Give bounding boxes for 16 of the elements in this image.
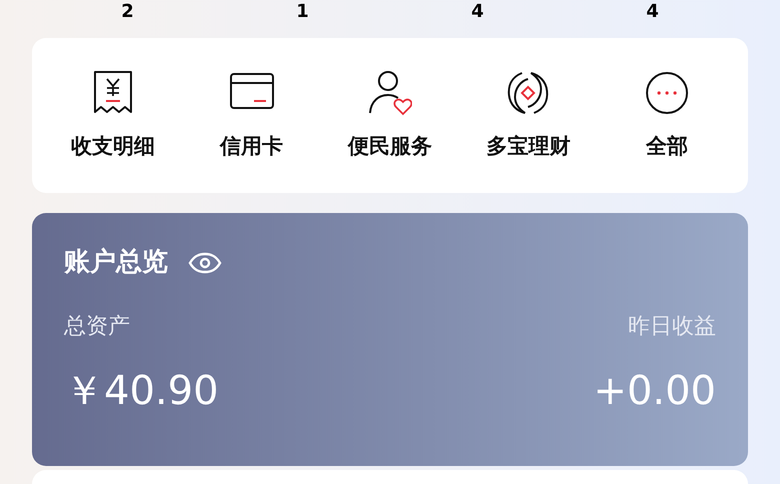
total-assets-value: ￥40.90 bbox=[64, 367, 219, 416]
yesterday-earnings-label: 昨日收益 bbox=[628, 313, 716, 341]
yesterday-earnings-value: +0.00 bbox=[593, 367, 716, 416]
account-title: 账户总览 bbox=[64, 246, 168, 279]
count-number: 4 bbox=[646, 2, 659, 22]
shortcut-button[interactable]: 全部 bbox=[598, 68, 736, 162]
shortcut-button[interactable]: 收支明细 bbox=[44, 68, 182, 162]
shortcut-button[interactable]: 便民服务 bbox=[320, 68, 460, 162]
shortcut-button[interactable]: 多宝理财 bbox=[459, 68, 598, 162]
person-heart-icon bbox=[368, 68, 412, 117]
count-number: 1 bbox=[296, 2, 309, 22]
total-assets-label: 总资产 bbox=[64, 313, 130, 341]
shortcut-button[interactable]: 信用卡 bbox=[182, 68, 321, 162]
count-number: 4 bbox=[471, 2, 484, 22]
eye-icon[interactable] bbox=[188, 252, 222, 274]
count-number: 2 bbox=[121, 2, 134, 22]
